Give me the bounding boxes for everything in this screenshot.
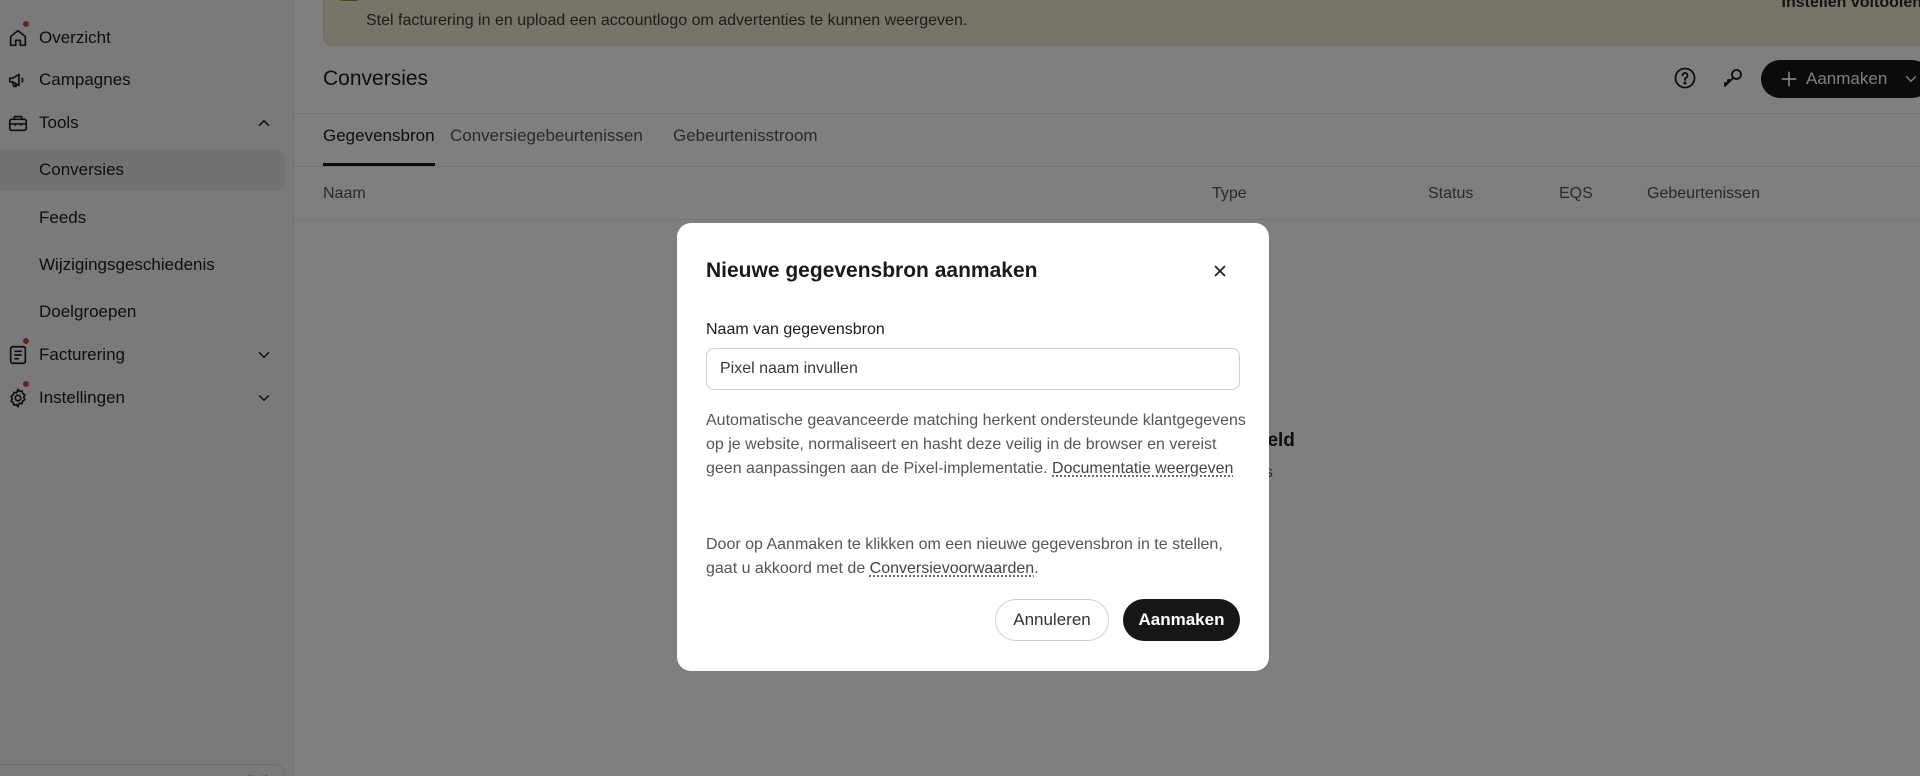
create-submit-button[interactable]: Aanmaken [1123, 599, 1240, 641]
dialog-title: Nieuwe gegevensbron aanmaken [706, 259, 1037, 283]
documentation-link[interactable]: Documentatie weergeven [1052, 460, 1233, 477]
data-source-name-input[interactable] [706, 348, 1240, 390]
cancel-button[interactable]: Annuleren [995, 599, 1109, 641]
create-data-source-dialog: Nieuwe gegevensbron aanmaken Naam van ge… [677, 223, 1269, 671]
conversion-terms-link[interactable]: Conversievoorwaarden [870, 560, 1035, 577]
terms-notice: Door op Aanmaken te klikken om een nieuw… [706, 533, 1251, 581]
data-source-name-label: Naam van gegevensbron [706, 321, 885, 339]
terms-suffix: . [1034, 560, 1038, 577]
close-icon[interactable] [1207, 258, 1233, 284]
dialog-description: Automatische geavanceerde matching herke… [706, 409, 1246, 481]
